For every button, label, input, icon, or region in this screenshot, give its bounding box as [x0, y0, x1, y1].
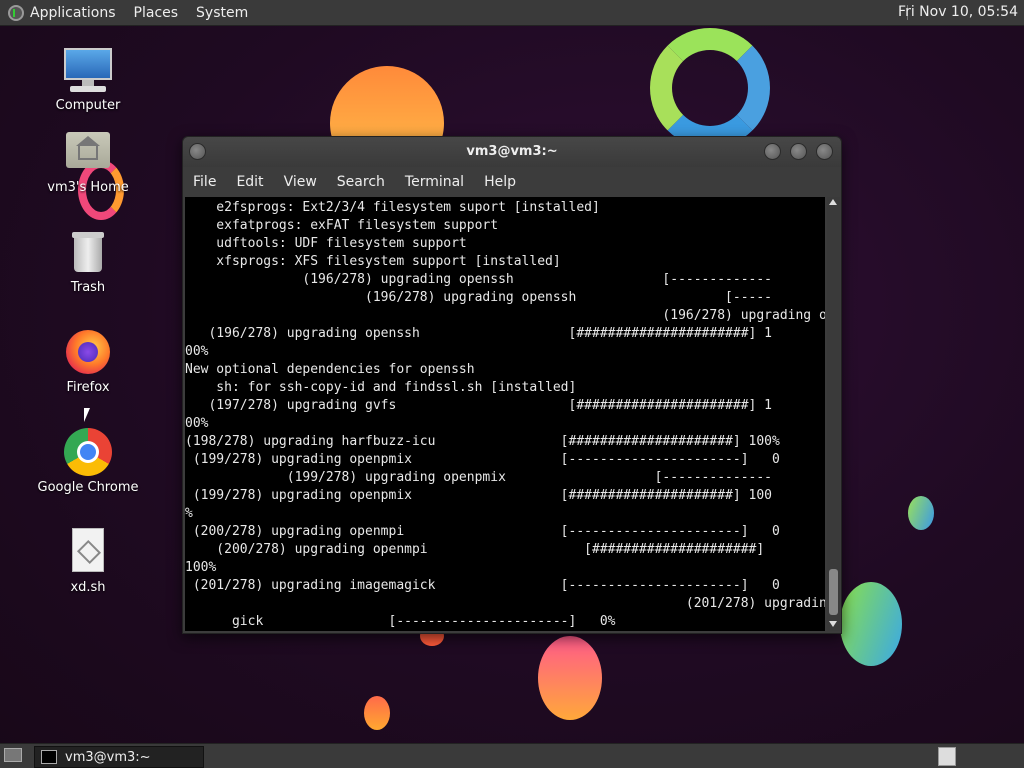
terminal-text: e2fsprogs: Ext2/3/4 filesystem suport [i… [185, 200, 825, 629]
show-desktop-icon[interactable] [4, 748, 22, 762]
scroll-down-arrow-icon[interactable] [829, 621, 837, 627]
desktop-icon-label: Computer [55, 98, 121, 113]
pink-bubble-bottom [538, 636, 602, 720]
desktop-icon-computer[interactable]: Computer [33, 46, 143, 113]
desktop-icon-label: Firefox [66, 380, 110, 395]
terminal-titlebar[interactable]: vm3@vm3:~ [183, 137, 841, 167]
menu-places[interactable]: Places [134, 5, 179, 21]
chrome-icon [64, 428, 112, 476]
ring-top-right [650, 28, 770, 148]
close-button[interactable] [816, 143, 833, 160]
desktop-icon-trash[interactable]: Trash [33, 228, 143, 295]
clock[interactable]: Fri Nov 10, 05:54 [898, 4, 1018, 20]
scroll-up-arrow-icon[interactable] [829, 199, 837, 205]
terminal-menubar: File Edit View Search Terminal Help [183, 167, 841, 197]
terminal-output[interactable]: e2fsprogs: Ext2/3/4 filesystem suport [i… [185, 197, 825, 631]
menu-applications[interactable]: Applications [30, 5, 116, 21]
script-file-icon [64, 528, 112, 576]
orange-dot-bottom [364, 696, 390, 730]
menu-help[interactable]: Help [484, 174, 516, 190]
terminal-icon [41, 750, 57, 764]
firefox-icon [64, 328, 112, 376]
workspace-switcher[interactable] [938, 747, 956, 766]
terminal-scrollbar[interactable] [827, 197, 840, 631]
menu-view[interactable]: View [284, 174, 317, 190]
window-title: vm3@vm3:~ [466, 144, 558, 159]
desktop-icon-home[interactable]: vm3's Home [33, 128, 143, 195]
home-folder-icon [64, 128, 112, 176]
desktop-icon-label: Trash [70, 280, 106, 295]
scrollbar-thumb[interactable] [829, 569, 838, 615]
taskbar-label: vm3@vm3:~ [65, 749, 151, 765]
menu-terminal[interactable]: Terminal [405, 174, 464, 190]
computer-icon [64, 46, 112, 94]
terminal-window[interactable]: vm3@vm3:~ File Edit View Search Terminal… [182, 136, 842, 634]
desktop-icon-label: vm3's Home [47, 180, 129, 195]
top-panel: Applications Places System Fri Nov 10, 0… [0, 0, 1024, 26]
desktop-icon-label: Google Chrome [37, 480, 139, 495]
taskbar-terminal-button[interactable]: vm3@vm3:~ [34, 746, 204, 768]
mouse-cursor-icon [84, 408, 90, 422]
desktop-icon-firefox[interactable]: Firefox [33, 328, 143, 395]
desktop-icon-xd-sh[interactable]: xd.sh [33, 528, 143, 595]
trash-icon [64, 228, 112, 276]
menu-file[interactable]: File [193, 174, 216, 190]
menu-system[interactable]: System [196, 5, 248, 21]
desktop-icon-label: xd.sh [70, 580, 106, 595]
minimize-button[interactable] [764, 143, 781, 160]
menu-search[interactable]: Search [337, 174, 385, 190]
blue-green-bubble-right [840, 582, 902, 666]
bottom-panel: vm3@vm3:~ [0, 743, 1024, 768]
menu-edit[interactable]: Edit [236, 174, 263, 190]
desktop-icon-chrome[interactable]: Google Chrome [33, 428, 143, 495]
distro-logo-icon[interactable] [8, 4, 24, 21]
small-bubble-right [908, 496, 934, 530]
maximize-button[interactable] [790, 143, 807, 160]
